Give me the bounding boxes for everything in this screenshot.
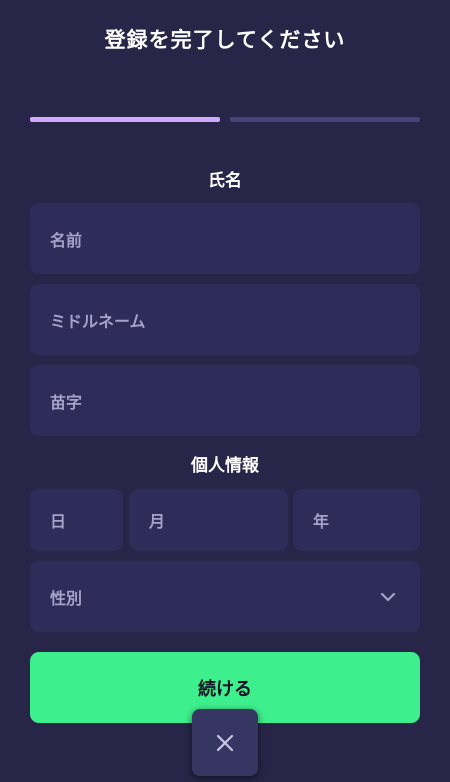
birth-day-field[interactable]: 日 [30, 489, 123, 551]
middle-name-placeholder: ミドルネーム [50, 311, 146, 331]
last-name-placeholder: 苗字 [50, 392, 83, 412]
birth-year-placeholder: 年 [313, 512, 330, 531]
birth-month-placeholder: 月 [149, 512, 166, 531]
birth-year-field[interactable]: 年 [293, 489, 420, 551]
close-icon [216, 734, 234, 751]
personal-info-section-title: 個人情報 [191, 456, 259, 476]
progress-bar [30, 117, 420, 122]
continue-button-label: 続ける [198, 678, 252, 700]
close-button[interactable] [192, 709, 258, 776]
gender-select[interactable]: 性別 [30, 561, 420, 632]
name-section-title: 氏名 [208, 171, 242, 191]
birth-day-placeholder: 日 [50, 512, 67, 531]
first-name-placeholder: 名前 [50, 230, 83, 250]
birth-month-field[interactable]: 月 [129, 489, 288, 551]
last-name-field[interactable]: 苗字 [30, 365, 420, 436]
chevron-down-icon [380, 592, 396, 601]
progress-step-1 [30, 117, 220, 122]
first-name-field[interactable]: 名前 [30, 203, 420, 274]
page-title: 登録を完了してください [104, 28, 346, 52]
progress-step-2 [230, 117, 420, 122]
middle-name-field[interactable]: ミドルネーム [30, 284, 420, 355]
gender-placeholder: 性別 [50, 588, 83, 608]
